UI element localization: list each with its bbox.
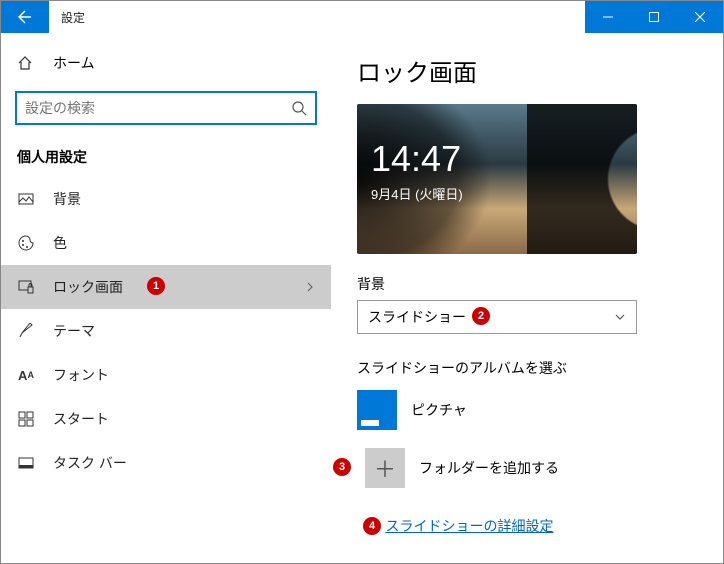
font-icon: AA: [17, 368, 35, 383]
sidebar-item-label: 背景: [53, 189, 81, 209]
search-box: [15, 91, 317, 125]
album-item-label: ピクチャ: [411, 400, 467, 420]
sidebar-item-fonts[interactable]: AA フォント: [1, 353, 331, 397]
palette-icon: [17, 235, 35, 251]
plus-icon: ＋: [365, 448, 405, 488]
sidebar-item-label: 色: [53, 233, 67, 253]
search-input[interactable]: [15, 91, 317, 125]
taskbar-icon: [17, 455, 35, 471]
search-icon: [291, 100, 307, 116]
page-title: ロック画面: [357, 53, 697, 88]
sidebar-item-colors[interactable]: 色: [1, 221, 331, 265]
sidebar-item-label: ロック画面: [53, 277, 123, 297]
dropdown-value: スライドショー: [368, 307, 466, 327]
annotation-badge-2: 2: [472, 307, 490, 325]
sidebar-item-taskbar[interactable]: タスク バー: [1, 441, 331, 485]
background-label: 背景: [357, 274, 697, 294]
album-section-label: スライドショーのアルバムを選ぶ: [357, 358, 697, 378]
sidebar-item-lockscreen[interactable]: ロック画面 1: [1, 265, 331, 309]
sidebar-item-label: スタート: [53, 409, 109, 429]
add-folder-button[interactable]: 3 ＋ フォルダーを追加する: [357, 448, 697, 488]
close-icon: [695, 12, 705, 22]
window-title: 設定: [49, 1, 97, 33]
sidebar-item-label: タスク バー: [53, 453, 127, 473]
arrow-left-icon: [17, 9, 33, 25]
sidebar-item-start[interactable]: スタート: [1, 397, 331, 441]
sidebar-home-label: ホーム: [53, 53, 95, 73]
lockscreen-icon: [17, 279, 35, 295]
advanced-settings-row: 4 スライドショーの詳細設定: [357, 506, 697, 536]
sidebar: ホーム 個人用設定 背景 色 ロック画面 1 テーマ AA: [1, 33, 331, 563]
home-icon: [17, 55, 35, 71]
minimize-button[interactable]: [585, 1, 631, 33]
start-icon: [17, 411, 35, 427]
picture-icon: [17, 191, 35, 207]
minimize-icon: [603, 12, 613, 22]
preview-date: 9月4日 (火曜日): [371, 184, 623, 203]
annotation-badge-1: 1: [147, 277, 165, 295]
preview-time: 14:47: [371, 138, 623, 180]
chevron-down-icon: [614, 311, 626, 323]
back-button[interactable]: [1, 1, 49, 33]
annotation-badge-3: 3: [333, 458, 351, 476]
lockscreen-preview[interactable]: 14:47 9月4日 (火曜日): [357, 104, 637, 254]
advanced-settings-link[interactable]: スライドショーの詳細設定: [385, 516, 553, 536]
sidebar-item-label: フォント: [53, 365, 109, 385]
pictures-folder-icon: [357, 390, 397, 430]
sidebar-home[interactable]: ホーム: [1, 43, 331, 83]
caption-buttons: [585, 1, 723, 33]
annotation-badge-4: 4: [363, 517, 381, 535]
maximize-icon: [649, 12, 659, 22]
close-button[interactable]: [677, 1, 723, 33]
background-dropdown[interactable]: スライドショー 2: [357, 300, 637, 334]
album-item-pictures[interactable]: ピクチャ: [357, 390, 697, 430]
titlebar: 設定: [1, 1, 723, 33]
sidebar-item-themes[interactable]: テーマ: [1, 309, 331, 353]
add-folder-label: フォルダーを追加する: [419, 458, 559, 478]
maximize-button[interactable]: [631, 1, 677, 33]
chevron-right-icon: [305, 282, 315, 292]
sidebar-item-label: テーマ: [53, 321, 95, 341]
sidebar-item-background[interactable]: 背景: [1, 177, 331, 221]
brush-icon: [17, 323, 35, 339]
sidebar-section-title: 個人用設定: [1, 133, 331, 177]
content-pane: ロック画面 14:47 9月4日 (火曜日) 背景 スライドショー 2 スライド…: [331, 33, 723, 563]
